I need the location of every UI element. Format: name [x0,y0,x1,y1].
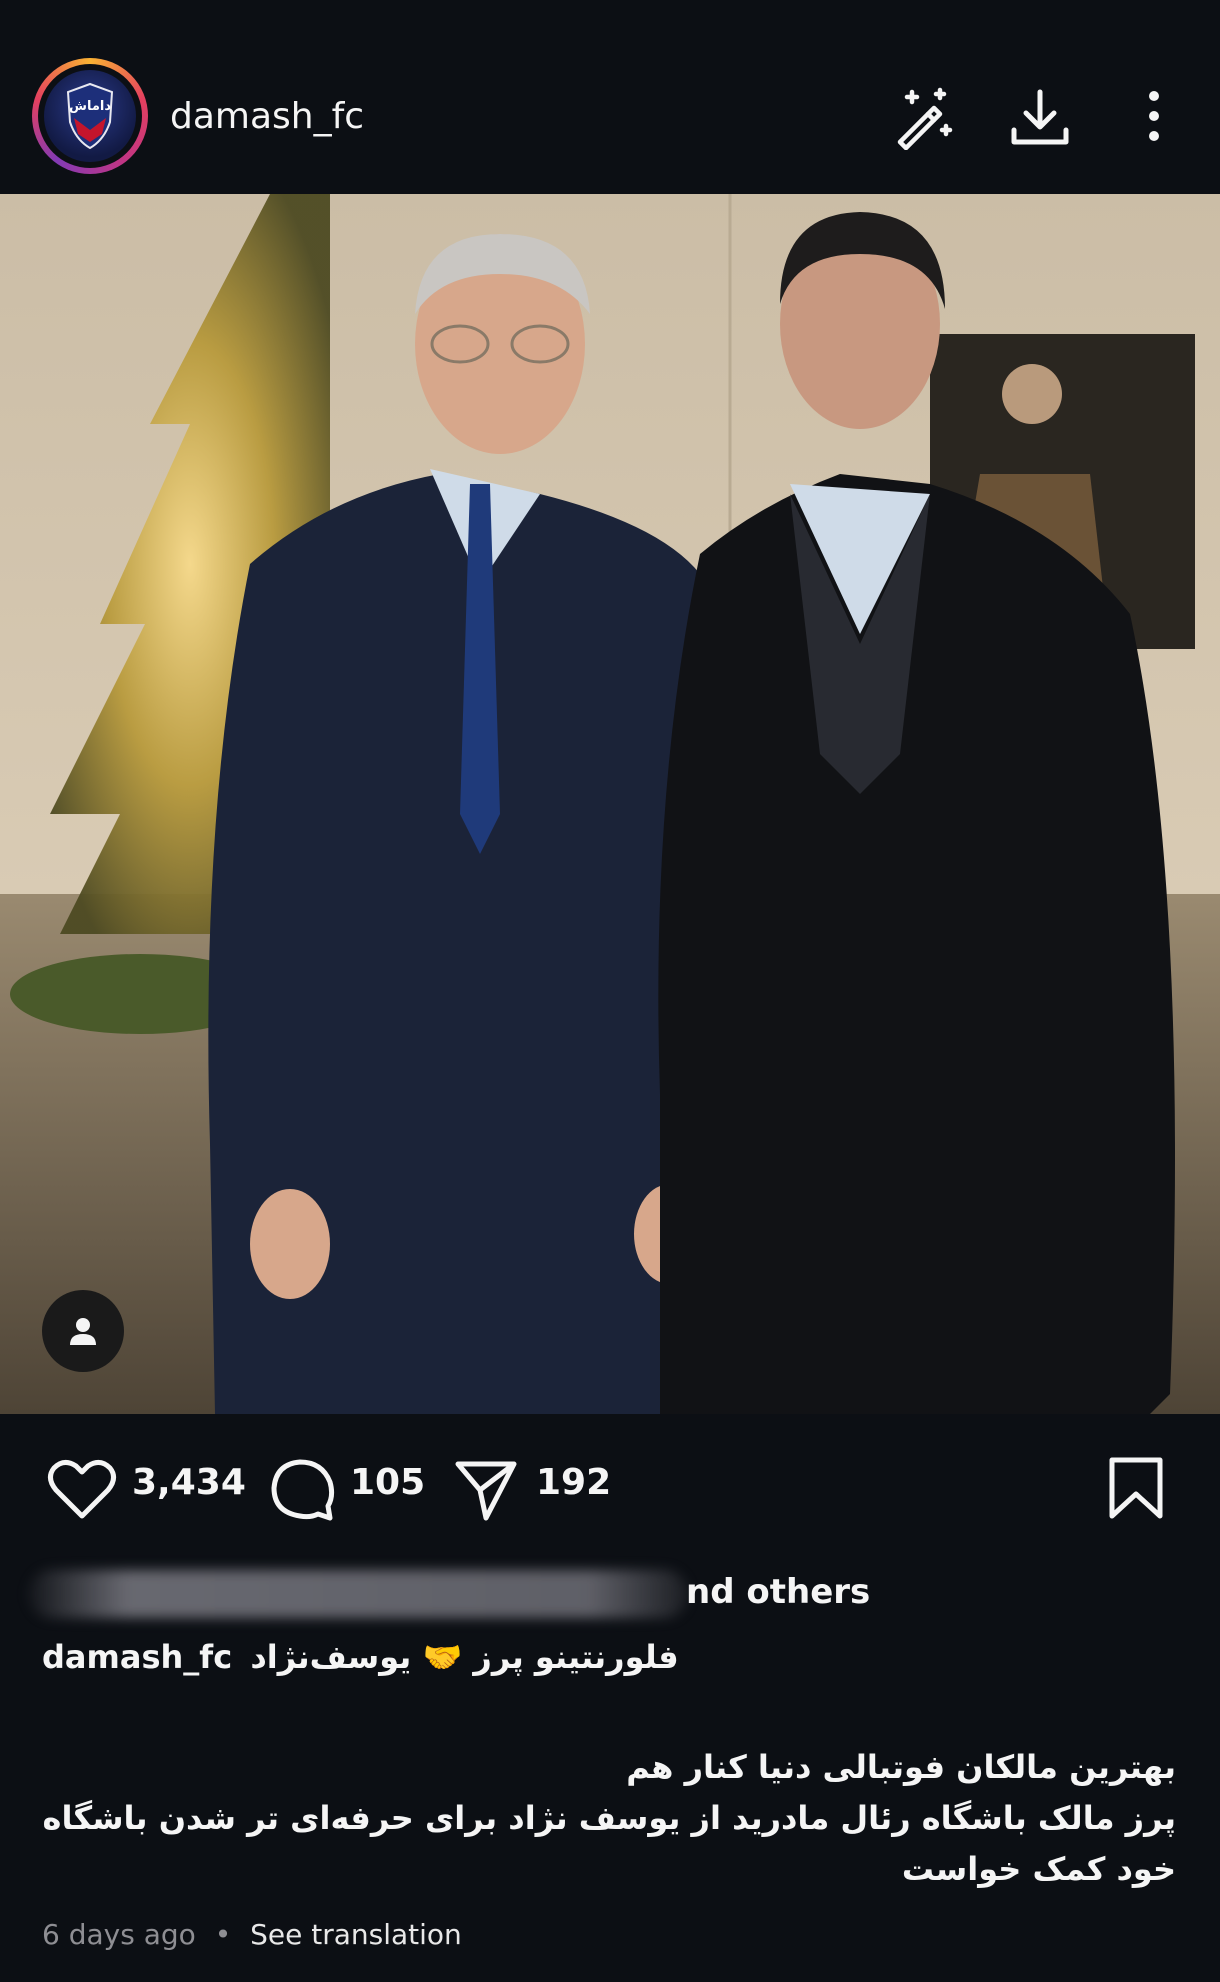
send-icon[interactable] [452,1456,520,1528]
redacted-names [28,1570,688,1618]
caption-line: بهترین مالکان فوتبالی دنیا کنار هم [626,1748,1176,1786]
bookmark-icon[interactable] [1106,1456,1166,1526]
liked-by-others[interactable]: nd others [686,1572,870,1612]
heart-icon[interactable] [46,1456,118,1526]
person-icon [70,1318,96,1345]
see-translation-link[interactable]: See translation [250,1918,462,1951]
magic-wand-icon[interactable] [890,86,954,151]
comment-count[interactable]: 105 [350,1462,425,1503]
profile-avatar[interactable]: داماش [32,58,148,174]
share-count[interactable]: 192 [536,1462,611,1503]
post-meta: 6 days ago • See translation [42,1918,462,1951]
caption-username[interactable]: damash_fc [42,1638,232,1676]
post-username[interactable]: damash_fc [170,96,364,137]
caption-line: پرز مالک باشگاه رئال مادرید از یوسف نژاد… [42,1799,1176,1888]
liked-by-row[interactable]: nd others [0,1560,1220,1620]
download-icon[interactable] [1008,86,1072,150]
post-photo[interactable] [0,194,1220,1414]
tagged-people-button[interactable] [42,1290,124,1372]
photo-illustration [0,194,1220,1414]
like-count[interactable]: 3,434 [132,1462,246,1503]
club-crest-icon: داماش [66,82,114,150]
post-timestamp: 6 days ago [42,1918,196,1951]
meta-separator: • [214,1918,232,1951]
more-vertical-icon[interactable] [1124,86,1188,150]
caption-text: بهترین مالکان فوتبالی دنیا کنار هم پرز م… [36,1742,1176,1895]
post-header: داماش damash_fc [0,0,1220,194]
svg-text:داماش: داماش [69,99,111,114]
post-actions: 3,434 105 192 [0,1420,1220,1560]
comment-icon[interactable] [268,1456,336,1528]
club-logo: داماش [44,70,136,162]
caption-tags: فلورنتینو پرز 🤝 یوسف‌نژاد [250,1638,679,1676]
caption-header: damash_fc فلورنتینو پرز 🤝 یوسف‌نژاد [42,1638,679,1676]
